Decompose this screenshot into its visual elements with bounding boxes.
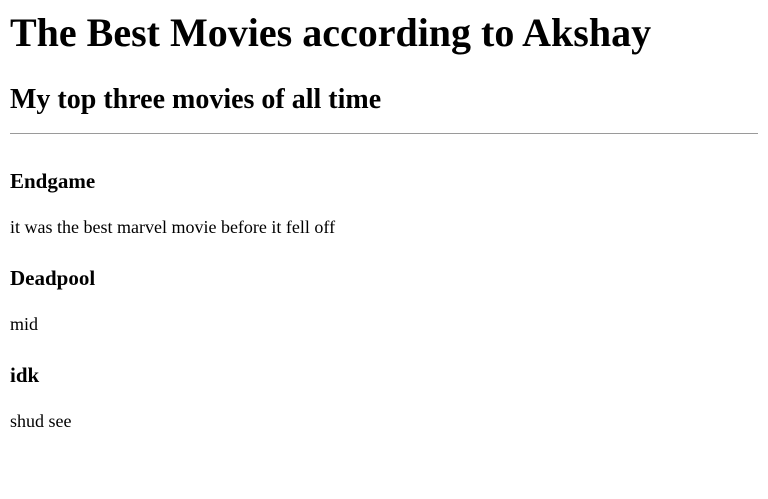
movie-item: idk shud see <box>10 362 758 432</box>
movie-description: mid <box>10 314 39 334</box>
page-subtitle: My top three movies of all time <box>10 84 382 115</box>
movie-title: idk <box>10 363 40 387</box>
movie-description: shud see <box>10 411 72 431</box>
movie-item: Deadpool mid <box>10 265 758 335</box>
divider <box>10 133 758 134</box>
movie-title: Deadpool <box>10 266 96 290</box>
movie-title: Endgame <box>10 169 96 193</box>
movie-description: it was the best marvel movie before it f… <box>10 217 336 237</box>
movie-item: Endgame it was the best marvel movie bef… <box>10 168 758 238</box>
page-title: The Best Movies according to Akshay <box>10 10 652 55</box>
